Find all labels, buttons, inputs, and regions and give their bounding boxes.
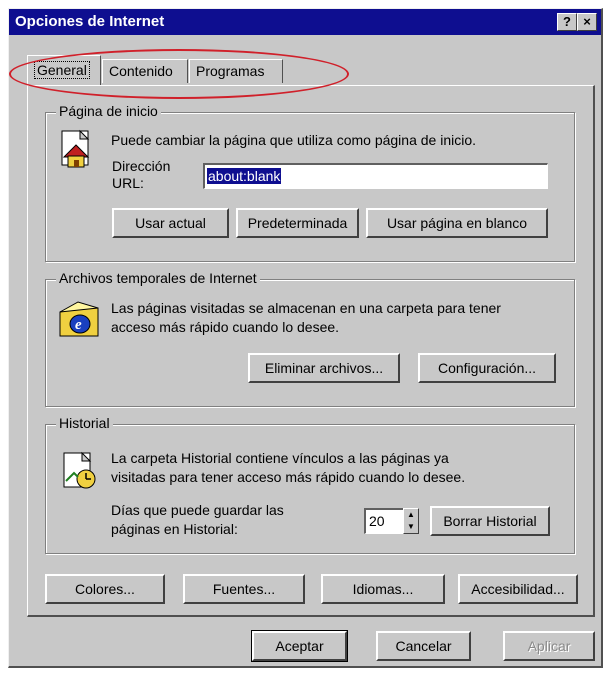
tab-programas[interactable]: Programas: [189, 59, 283, 83]
spinner-up-icon[interactable]: ▲: [404, 509, 418, 521]
tab-general-label: General: [34, 61, 90, 79]
url-label-line2: URL:: [112, 175, 144, 191]
tab-contenido-label: Contenido: [109, 63, 173, 79]
clear-history-button[interactable]: Borrar Historial: [430, 506, 550, 536]
spinner-down-icon[interactable]: ▼: [404, 521, 418, 533]
temp-files-folder-icon: e: [59, 301, 99, 337]
history-group: Historial La carpeta Historial contiene …: [45, 415, 575, 554]
tab-contenido[interactable]: Contenido: [102, 59, 188, 83]
url-input-value: about:blank: [207, 168, 282, 184]
close-button[interactable]: ×: [577, 13, 597, 31]
home-page-description: Puede cambiar la página que utiliza como…: [111, 132, 477, 148]
use-current-button[interactable]: Usar actual: [112, 208, 229, 238]
temp-files-group-title: Archivos temporales de Internet: [56, 270, 260, 286]
accessibility-button[interactable]: Accesibilidad...: [458, 574, 578, 604]
help-button[interactable]: ?: [557, 13, 577, 31]
cancel-button[interactable]: Cancelar: [376, 631, 471, 661]
svg-text:e: e: [75, 317, 82, 333]
url-label-line1: Dirección: [112, 158, 171, 174]
history-days-label-line1: Días que puede guardar las: [111, 502, 284, 518]
home-page-icon: [61, 129, 90, 168]
colors-button[interactable]: Colores...: [45, 574, 165, 604]
home-page-group: Página de inicio Puede cambiar la página…: [45, 103, 575, 262]
tab-general[interactable]: General: [27, 55, 101, 85]
history-group-title: Historial: [56, 415, 113, 431]
history-days-label-line2: páginas en Historial:: [111, 521, 238, 537]
history-icon: [63, 451, 96, 489]
temp-files-description-line1: Las páginas visitadas se almacenan en un…: [111, 300, 501, 316]
history-description-line2: visitadas para tener acceso más rápido c…: [111, 469, 466, 485]
delete-files-button[interactable]: Eliminar archivos...: [248, 353, 400, 383]
temp-files-description-line2: acceso más rápido cuando lo desee.: [111, 319, 340, 335]
history-days-spinner[interactable]: ▲ ▼: [403, 508, 419, 534]
temp-files-settings-button[interactable]: Configuración...: [418, 353, 556, 383]
title-bar[interactable]: Opciones de Internet ? ×: [9, 9, 601, 35]
history-days-value: 20: [369, 513, 385, 529]
window-title: Opciones de Internet: [15, 13, 165, 30]
apply-button[interactable]: Aplicar: [503, 631, 595, 661]
tab-programas-label: Programas: [196, 63, 265, 79]
fonts-button[interactable]: Fuentes...: [183, 574, 305, 604]
url-input[interactable]: about:blank: [203, 163, 548, 189]
home-page-group-title: Página de inicio: [56, 103, 161, 119]
use-blank-button[interactable]: Usar página en blanco: [366, 208, 548, 238]
general-tab-panel: Página de inicio Puede cambiar la página…: [27, 85, 595, 617]
history-days-input[interactable]: 20: [364, 508, 404, 534]
languages-button[interactable]: Idiomas...: [321, 574, 445, 604]
use-default-button[interactable]: Predeterminada: [236, 208, 359, 238]
history-description-line1: La carpeta Historial contiene vínculos a…: [111, 450, 449, 466]
temp-files-group: Archivos temporales de Internet e Las pá…: [45, 270, 575, 407]
ok-button[interactable]: Aceptar: [251, 630, 348, 662]
internet-options-dialog: Opciones de Internet ? × General Conteni…: [8, 8, 603, 668]
